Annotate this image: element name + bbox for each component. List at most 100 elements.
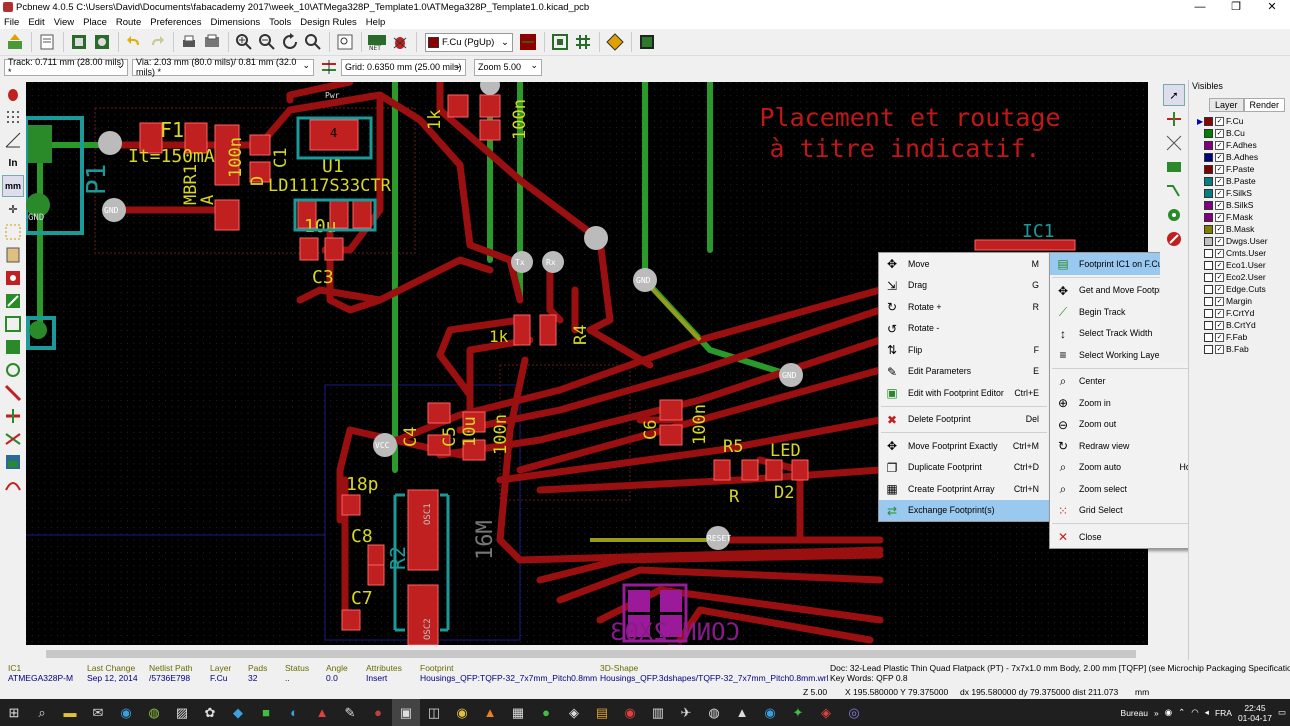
layer-color-swatch[interactable] xyxy=(1204,140,1213,150)
print-icon[interactable] xyxy=(178,31,200,53)
layer-visibility-checkbox[interactable]: ✓ xyxy=(1215,344,1224,354)
layer-color-swatch[interactable] xyxy=(1204,224,1213,234)
menu-item-footprint-editor[interactable]: ▣ Edit with Footprint Editor Ctrl+E xyxy=(879,382,1049,404)
volume-icon[interactable]: ◂ xyxy=(1205,707,1209,718)
auto-track-width-icon[interactable] xyxy=(318,56,340,78)
footprint-viewer-icon[interactable] xyxy=(91,31,113,53)
track-sketch-icon[interactable] xyxy=(2,405,24,427)
layer-color-swatch[interactable] xyxy=(1204,188,1213,198)
layer-visibility-checkbox[interactable]: ✓ xyxy=(1215,320,1224,330)
layer-visibility-checkbox[interactable]: ✓ xyxy=(1215,116,1224,126)
layer-visibility-checkbox[interactable]: ✓ xyxy=(1215,248,1224,258)
app-icon-9[interactable]: ◫ xyxy=(420,699,448,726)
layer-color-swatch[interactable] xyxy=(1204,296,1213,306)
app-icon-20[interactable]: ◈ xyxy=(812,699,840,726)
pad-sketch-icon[interactable] xyxy=(2,359,24,381)
plot-icon[interactable] xyxy=(201,31,223,53)
show-zones-icon[interactable] xyxy=(2,290,24,312)
app-icon-10[interactable]: ● xyxy=(532,699,560,726)
app-icon-4[interactable]: ◆ xyxy=(224,699,252,726)
layer-row[interactable]: ✓ F.Paste xyxy=(1197,163,1290,175)
menu-item-move[interactable]: ✥ Move M xyxy=(879,253,1049,275)
app-icon-21[interactable]: ◎ xyxy=(840,699,868,726)
calculator-icon[interactable]: ▦ xyxy=(504,699,532,726)
layer-row[interactable]: ✓ F.CrtYd xyxy=(1197,307,1290,319)
layer-visibility-checkbox[interactable]: ✓ xyxy=(1215,128,1224,138)
modview-icon[interactable] xyxy=(549,31,571,53)
layer-visibility-checkbox[interactable]: ✓ xyxy=(1215,284,1224,294)
tray-app-icon[interactable]: ◉ xyxy=(1165,707,1172,718)
search-icon[interactable]: ⌕ xyxy=(28,699,56,726)
layer-color-swatch[interactable] xyxy=(1204,164,1213,174)
maximize-button[interactable]: ❐ xyxy=(1218,0,1254,15)
layer-visibility-checkbox[interactable]: ✓ xyxy=(1215,224,1224,234)
menu-file[interactable]: File xyxy=(4,17,19,28)
layer-visibility-checkbox[interactable]: ✓ xyxy=(1215,236,1224,246)
layer-color-swatch[interactable] xyxy=(1204,308,1213,318)
select-arrow-icon[interactable]: ➚ xyxy=(1163,84,1185,106)
menu-item-edit-parameters[interactable]: ✎ Edit Parameters E xyxy=(879,361,1049,383)
zoom-select[interactable]: Zoom 5.00 xyxy=(474,58,542,76)
language-indicator[interactable]: FRA xyxy=(1215,708,1232,718)
find-icon[interactable] xyxy=(334,31,356,53)
layer-color-swatch[interactable] xyxy=(1204,272,1213,282)
layer-visibility-checkbox[interactable]: ✓ xyxy=(1215,164,1224,174)
layer-row[interactable]: ✓ B.Fab xyxy=(1197,343,1290,355)
layer-visibility-checkbox[interactable]: ✓ xyxy=(1215,200,1224,210)
microwave-icon[interactable] xyxy=(604,31,626,53)
app-icon-15[interactable]: ✈ xyxy=(672,699,700,726)
track-width-select[interactable]: Track: 0.711 mm (28.00 mils) * xyxy=(4,57,128,77)
layer-color-swatch[interactable] xyxy=(1204,236,1213,246)
desktop-label[interactable]: Bureau xyxy=(1121,708,1148,718)
cursor-shape-icon[interactable]: ✛ xyxy=(2,198,24,220)
menu-dimensions[interactable]: Dimensions xyxy=(210,17,260,28)
wifi-icon[interactable]: ◠ xyxy=(1191,707,1198,718)
layer-row[interactable]: ✓ B.Paste xyxy=(1197,175,1290,187)
app-icon-2[interactable]: ◍ xyxy=(140,699,168,726)
layer-visibility-checkbox[interactable]: ✓ xyxy=(1215,212,1224,222)
layer-visibility-checkbox[interactable]: ✓ xyxy=(1215,176,1224,186)
file-explorer-icon[interactable]: ▬ xyxy=(56,699,84,726)
layer-select[interactable]: F.Cu (PgUp) ⌄ xyxy=(425,32,513,52)
menu-item-flip[interactable]: ⇅ Flip F xyxy=(879,339,1049,361)
layer-row[interactable]: ✓ F.Mask xyxy=(1197,211,1290,223)
menu-edit[interactable]: Edit xyxy=(28,17,44,28)
app-icon-17[interactable]: ▲ xyxy=(728,699,756,726)
zoom-in-tool-icon[interactable] xyxy=(233,31,255,53)
redraw-tool-icon[interactable] xyxy=(279,31,301,53)
close-window-button[interactable]: ✕ xyxy=(1254,0,1290,15)
horizontal-scrollbar[interactable] xyxy=(26,647,1158,661)
zone-fill-icon[interactable] xyxy=(2,336,24,358)
layer-color-swatch[interactable] xyxy=(1204,260,1213,270)
app-icon-16[interactable]: ◍ xyxy=(700,699,728,726)
app-icon-8[interactable]: ● xyxy=(364,699,392,726)
app-icon-3[interactable]: ✿ xyxy=(196,699,224,726)
layer-row[interactable]: ✓ F.Fab xyxy=(1197,331,1290,343)
netlist-icon[interactable]: NET xyxy=(366,31,388,53)
layer-color-swatch[interactable] xyxy=(1204,200,1213,210)
layer-color-swatch[interactable] xyxy=(1204,128,1213,138)
layer-row[interactable]: ✓ Eco1.User xyxy=(1197,259,1290,271)
layer-color-swatch[interactable] xyxy=(1204,320,1213,330)
layer-color-swatch[interactable] xyxy=(1204,344,1213,354)
menu-route[interactable]: Route xyxy=(116,17,141,28)
layer-row[interactable]: ✓ Dwgs.User xyxy=(1197,235,1290,247)
route-track-icon[interactable] xyxy=(1163,180,1185,202)
layer-visibility-checkbox[interactable]: ✓ xyxy=(1215,140,1224,150)
add-via-icon[interactable] xyxy=(1163,204,1185,226)
layer-row[interactable]: ✓ B.Adhes xyxy=(1197,151,1290,163)
layer-visibility-checkbox[interactable]: ✓ xyxy=(1215,296,1224,306)
layer-visibility-checkbox[interactable]: ✓ xyxy=(1215,152,1224,162)
layer-row[interactable]: ✓ F.Adhes xyxy=(1197,139,1290,151)
pcbnew-taskbar-icon[interactable]: ▣ xyxy=(392,699,420,726)
local-ratsnest-icon[interactable] xyxy=(1163,132,1185,154)
microwave-tools-icon[interactable] xyxy=(2,474,24,496)
layer-row[interactable]: ✓ F.SilkS xyxy=(1197,187,1290,199)
menu-item-delete-footprint[interactable]: ✖ Delete Footprint Del xyxy=(879,409,1049,431)
layer-row[interactable]: ✓ Edge.Cuts xyxy=(1197,283,1290,295)
via-size-select[interactable]: Via: 2.03 mm (80.0 mils)/ 0.81 mm (32.0 … xyxy=(132,57,314,77)
layer-color-swatch[interactable] xyxy=(1204,176,1213,186)
layer-visibility-checkbox[interactable]: ✓ xyxy=(1215,260,1224,270)
grid-select[interactable]: Grid: 0.6350 mm (25.00 mils) xyxy=(341,58,466,76)
layer-visibility-checkbox[interactable]: ✓ xyxy=(1215,308,1224,318)
